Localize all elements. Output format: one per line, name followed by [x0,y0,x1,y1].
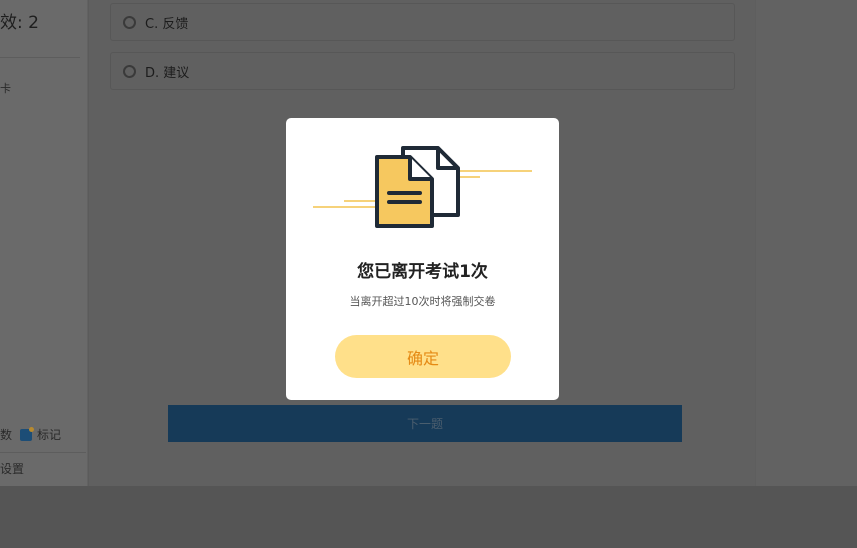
mark-legend-icon [20,426,35,441]
document-files-icon [313,146,532,228]
footer-band [0,486,857,548]
modal-title: 您已离开考试1次 [357,262,488,282]
option-c[interactable]: C. 反馈 [110,3,735,41]
right-panel [755,0,857,486]
legend: 数 标记 [0,426,61,443]
divider [0,452,86,453]
confirm-button[interactable]: 确定 [335,335,511,378]
left-panel: 效: 2 卡 数 标记 设置 [0,0,88,486]
radio-icon[interactable] [123,64,136,78]
divider [0,57,80,58]
modal-subtitle: 当离开超过10次时将强制交卷 [349,295,496,308]
legend-left-label: 数 [0,428,13,442]
answer-card-label: 卡 [0,82,11,95]
next-question-button[interactable]: 下一题 [168,405,682,442]
radio-icon[interactable] [123,15,136,29]
exam-page: 效: 2 卡 数 标记 设置 C. 反馈 D. 建议 下一题 您已离开考试1次 … [0,0,857,548]
settings-link[interactable]: 设置 [0,460,24,477]
option-label: C. 反馈 [145,16,189,32]
question-count: 效: 2 [0,13,39,33]
option-d[interactable]: D. 建议 [110,52,735,90]
option-label: D. 建议 [145,65,190,81]
legend-mark-label: 标记 [37,428,62,442]
leave-warning-modal: 您已离开考试1次 当离开超过10次时将强制交卷 确定 [286,118,559,400]
